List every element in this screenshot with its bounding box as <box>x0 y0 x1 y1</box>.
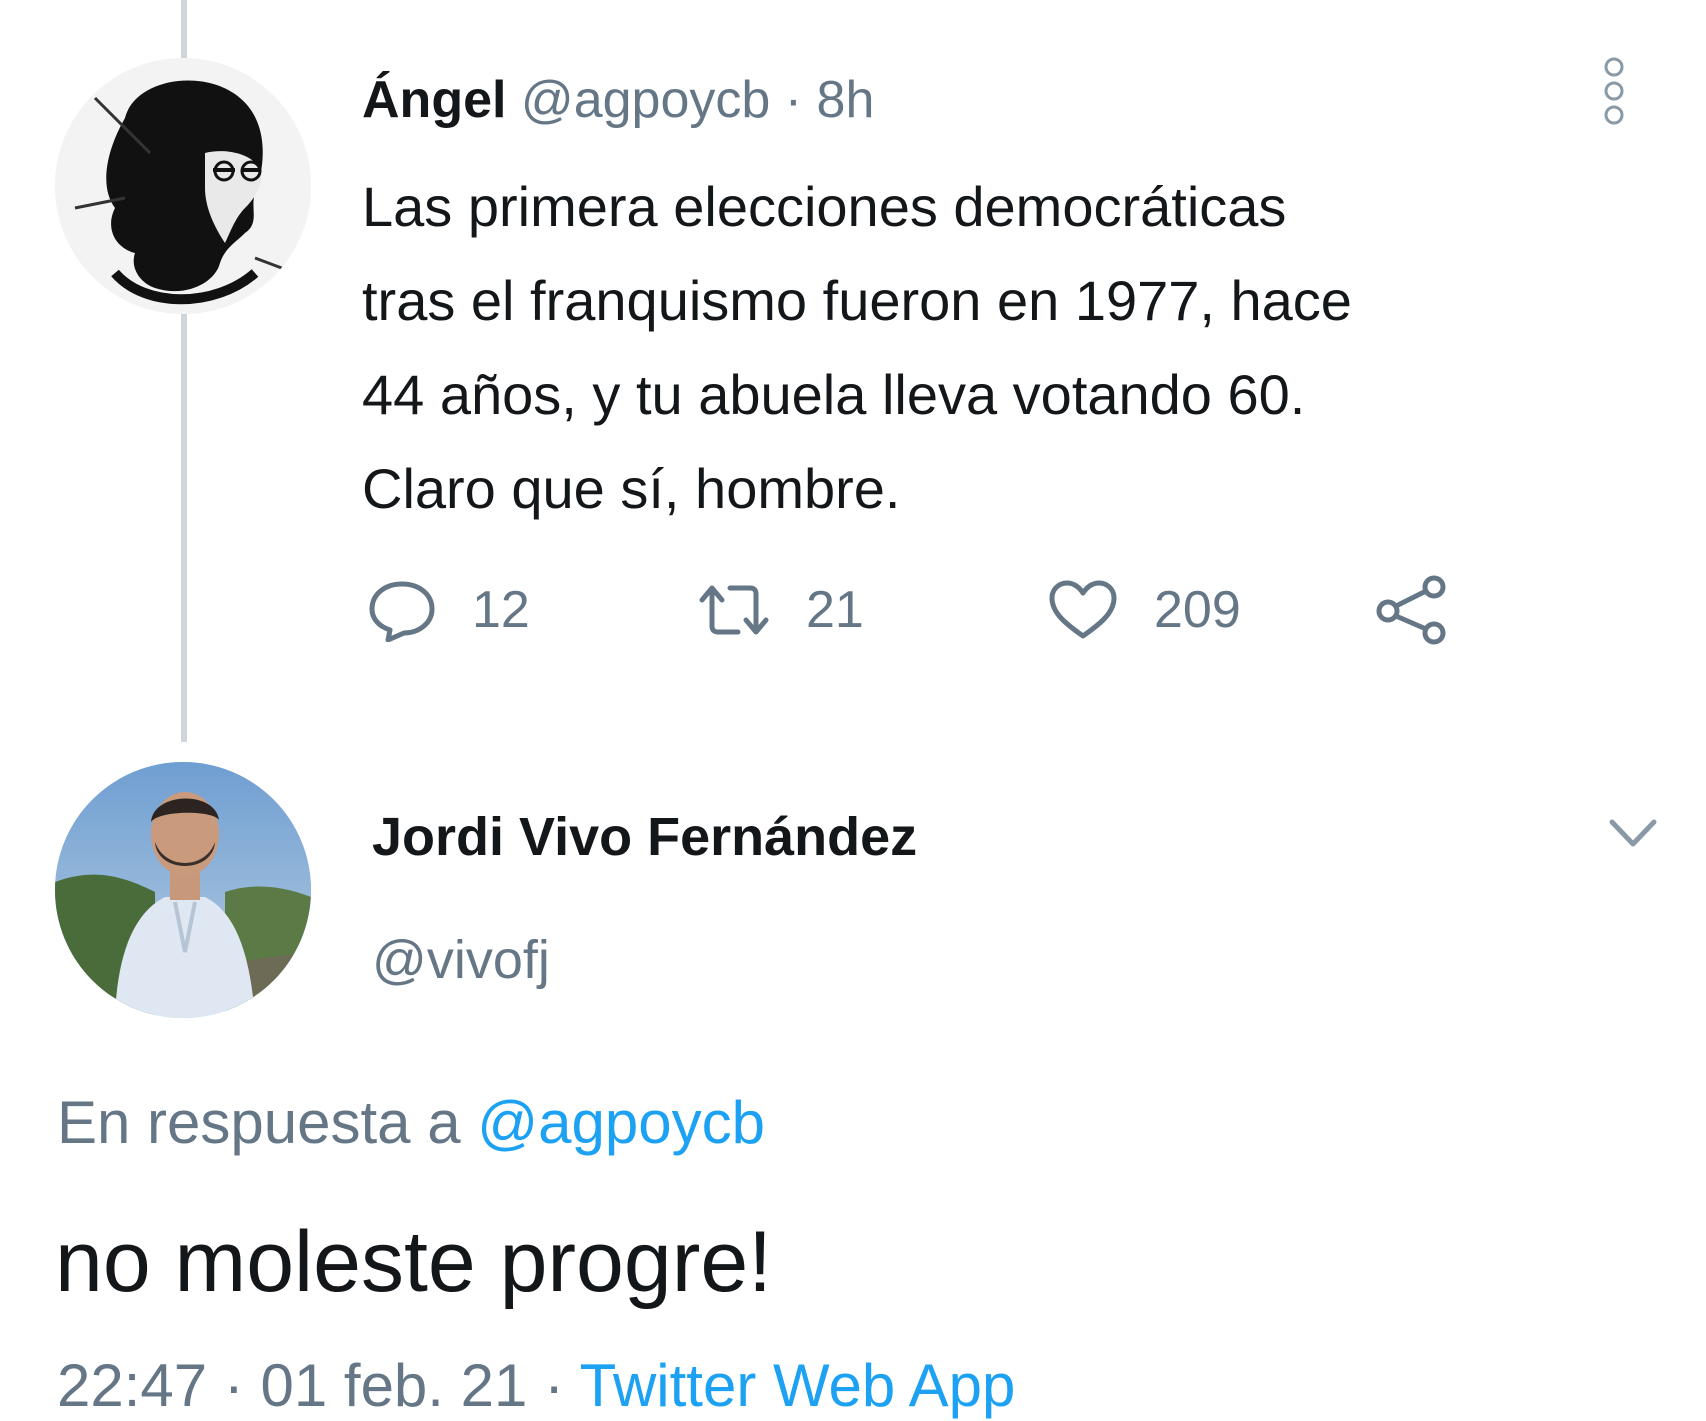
tweet1-text-line: Las primera elecciones democráticas <box>362 175 1287 238</box>
reply-to-mention-link[interactable]: @agpoycb <box>477 1089 765 1156</box>
reply-icon <box>369 581 435 642</box>
more-options-icon[interactable] <box>1600 55 1628 127</box>
tweet2-author-name[interactable]: Jordi Vivo Fernández <box>372 802 917 872</box>
share-button[interactable] <box>1374 575 1450 645</box>
tweet1-time[interactable]: 8h <box>817 71 875 129</box>
retweet-icon <box>699 585 769 635</box>
chevron-down-icon[interactable] <box>1608 816 1658 850</box>
avatar-jordi-photo <box>55 762 311 1018</box>
tweet1-text-line: Claro que sí, hombre. <box>362 457 901 520</box>
tweet2-meta: 22:47 · 01 feb. 21 · Twitter Web App <box>57 1348 1015 1421</box>
like-icon <box>1049 580 1117 639</box>
tweet1-author-name[interactable]: Ángel <box>362 71 506 129</box>
tweet-thread: Ángel @agpoycb · 8h Las primera eleccion… <box>0 0 1706 1421</box>
tweet2-author-handle[interactable]: @vivofj <box>372 925 550 995</box>
tweet2-separator: · <box>544 1352 565 1419</box>
retweet-count: 21 <box>806 581 864 639</box>
like-count: 209 <box>1154 581 1241 639</box>
tweet1-text: Las primera elecciones democráticas tras… <box>362 160 1642 536</box>
reply-to-line: En respuesta a @agpoycb <box>57 1085 765 1161</box>
tweet1-text-line: tras el franquismo fueron en 1977, hace <box>362 269 1352 332</box>
tweet2-source-link[interactable]: Twitter Web App <box>580 1352 1016 1419</box>
tweet1-separator: · <box>784 71 803 129</box>
avatar-angel[interactable] <box>55 58 311 314</box>
share-icon <box>1376 575 1446 645</box>
tweet1-action-bar: 12 21 209 <box>366 575 1566 645</box>
tweet1-text-line: 44 años, y tu abuela lleva votando 60. <box>362 363 1306 426</box>
tweet2-time[interactable]: 22:47 <box>57 1352 207 1419</box>
tweet2-separator: · <box>223 1352 244 1419</box>
reply-count: 12 <box>472 581 530 639</box>
reply-button[interactable]: 12 <box>366 575 530 645</box>
avatar-jordi[interactable] <box>55 762 311 1018</box>
tweet1-header: Ángel @agpoycb · 8h <box>362 68 874 132</box>
tweet2-date[interactable]: 01 feb. 21 <box>260 1352 527 1419</box>
like-button[interactable]: 209 <box>1046 575 1241 645</box>
tweet1-author-handle[interactable]: @agpoycb <box>521 71 770 129</box>
avatar-angel-portrait <box>55 58 311 314</box>
reply-to-prefix: En respuesta a <box>57 1089 461 1156</box>
retweet-button[interactable]: 21 <box>696 575 864 645</box>
tweet2-text: no moleste progre! <box>55 1214 773 1310</box>
